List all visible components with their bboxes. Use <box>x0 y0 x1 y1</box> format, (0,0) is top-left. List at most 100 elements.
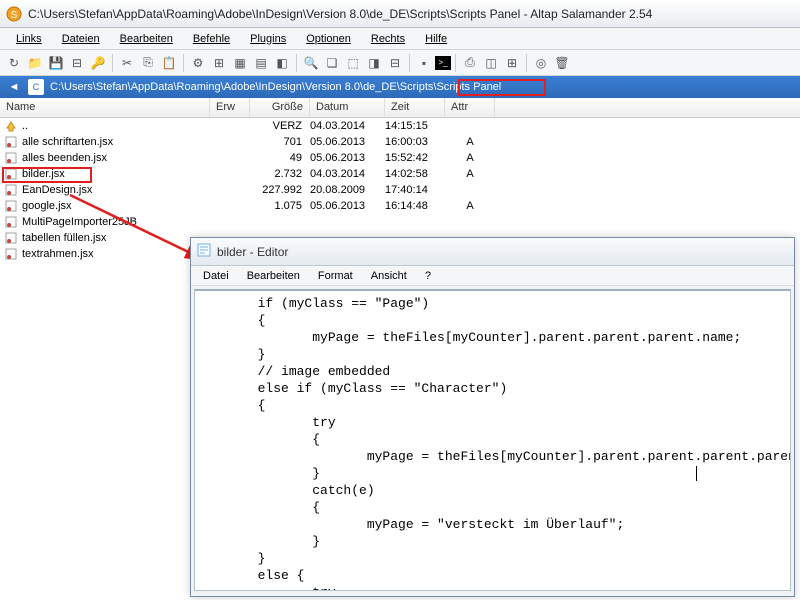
file-icon <box>4 215 18 229</box>
folder-icon[interactable]: 📁 <box>25 53 45 73</box>
tool6-icon[interactable]: ❏ <box>322 53 342 73</box>
file-size: VERZ <box>250 120 310 132</box>
file-icon <box>4 119 18 133</box>
editor-menu-datei[interactable]: Datei <box>195 268 237 284</box>
file-attr: A <box>445 136 495 148</box>
tool11-icon[interactable]: ⎙ <box>460 53 480 73</box>
file-date: 04.03.2014 <box>310 120 385 132</box>
tool12-icon[interactable]: ◫ <box>481 53 501 73</box>
editor-titlebar: bilder - Editor <box>191 238 794 266</box>
editor-menu-bearbeiten[interactable]: Bearbeiten <box>239 268 308 284</box>
file-name: EanDesign.jsx <box>22 184 92 196</box>
editor-menu-ansicht[interactable]: Ansicht <box>363 268 415 284</box>
file-name: textrahmen.jsx <box>22 248 94 260</box>
menu-bearbeiten[interactable]: Bearbeiten <box>112 30 181 48</box>
path-prefix: C:\Users\Stefan\AppData\Roaming\Adobe\In… <box>50 81 436 93</box>
column-headers: Name Erw Größe Datum Zeit Attr <box>0 98 800 118</box>
refresh-icon[interactable]: ↻ <box>4 53 24 73</box>
menu-dateien[interactable]: Dateien <box>54 30 108 48</box>
app-icon: S <box>6 6 22 22</box>
editor-app-icon <box>197 243 211 260</box>
file-time: 14:15:15 <box>385 120 445 132</box>
col-name[interactable]: Name <box>0 98 210 117</box>
delete-icon[interactable]: 🗑 <box>552 53 572 73</box>
paste-icon[interactable]: 📋 <box>159 53 179 73</box>
file-date: 05.06.2013 <box>310 136 385 148</box>
file-time: 16:14:48 <box>385 200 445 212</box>
file-date: 05.06.2013 <box>310 152 385 164</box>
window-title: C:\Users\Stefan\AppData\Roaming\Adobe\In… <box>28 7 794 21</box>
tool9-icon[interactable]: ⊟ <box>385 53 405 73</box>
file-row[interactable]: google.jsx1.07505.06.201316:14:48A <box>0 198 800 214</box>
col-datum[interactable]: Datum <box>310 98 385 117</box>
col-groesse[interactable]: Größe <box>250 98 310 117</box>
path-bar: ◄ C C:\Users\Stefan\AppData\Roaming\Adob… <box>0 76 800 98</box>
file-time: 15:52:42 <box>385 152 445 164</box>
col-zeit[interactable]: Zeit <box>385 98 445 117</box>
editor-menu-format[interactable]: Format <box>310 268 361 284</box>
tool5-icon[interactable]: ◧ <box>272 53 292 73</box>
menu-befehle[interactable]: Befehle <box>185 30 238 48</box>
file-size: 701 <box>250 136 310 148</box>
col-attr[interactable]: Attr <box>445 98 495 117</box>
text-cursor <box>696 466 697 481</box>
svg-text:S: S <box>11 10 18 21</box>
editor-code-area[interactable]: if (myClass == "Page") { myPage = theFil… <box>194 289 791 591</box>
cut-icon[interactable]: ✂ <box>117 53 137 73</box>
main-toolbar: ↻ 📁 💾 ⊟ 🔑 ✂ ⎘ 📋 ⚙ ⊞ ▦ ▤ ◧ 🔍 ❏ ⬚ ◨ ⊟ ▪ >_… <box>0 50 800 76</box>
file-size: 2.732 <box>250 168 310 180</box>
col-erw[interactable]: Erw <box>210 98 250 117</box>
editor-window: bilder - Editor Datei Bearbeiten Format … <box>190 237 795 597</box>
drive-c-icon[interactable]: C <box>28 79 44 95</box>
file-icon <box>4 247 18 261</box>
file-row[interactable]: EanDesign.jsx227.99220.08.200917:40:14 <box>0 182 800 198</box>
tool3-icon[interactable]: ▦ <box>230 53 250 73</box>
file-date: 05.06.2013 <box>310 200 385 212</box>
tool8-icon[interactable]: ◨ <box>364 53 384 73</box>
tool13-icon[interactable]: ⊞ <box>502 53 522 73</box>
path-text[interactable]: C:\Users\Stefan\AppData\Roaming\Adobe\In… <box>50 81 501 93</box>
zoom-icon[interactable]: 🔍 <box>301 53 321 73</box>
file-size: 1.075 <box>250 200 310 212</box>
tool2-icon[interactable]: ⊞ <box>209 53 229 73</box>
file-attr: A <box>445 200 495 212</box>
file-attr: A <box>445 152 495 164</box>
file-icon <box>4 167 18 181</box>
file-icon <box>4 183 18 197</box>
file-size: 227.992 <box>250 184 310 196</box>
file-icon <box>4 151 18 165</box>
file-icon <box>4 231 18 245</box>
drive-icon[interactable]: ⊟ <box>67 53 87 73</box>
file-name: alle schriftarten.jsx <box>22 136 113 148</box>
file-date: 20.08.2009 <box>310 184 385 196</box>
key-icon[interactable]: 🔑 <box>88 53 108 73</box>
back-icon[interactable]: ◄ <box>6 79 22 95</box>
file-name: bilder.jsx <box>22 168 65 180</box>
editor-menu-help[interactable]: ? <box>417 268 439 284</box>
menu-optionen[interactable]: Optionen <box>298 30 359 48</box>
file-row[interactable]: alle schriftarten.jsx 70105.06.201316:00:… <box>0 134 800 150</box>
file-attr: A <box>445 168 495 180</box>
file-row[interactable]: alles beenden.jsx4905.06.201315:52:42A <box>0 150 800 166</box>
menu-rechts[interactable]: Rechts <box>363 30 413 48</box>
file-icon <box>4 135 18 149</box>
menu-links[interactable]: Links <box>8 30 50 48</box>
disk-icon[interactable]: 💾 <box>46 53 66 73</box>
menu-plugins[interactable]: Plugins <box>242 30 294 48</box>
file-date: 04.03.2014 <box>310 168 385 180</box>
file-row[interactable]: .. VERZ04.03.201414:15:15 <box>0 118 800 134</box>
file-name: .. <box>22 120 28 132</box>
tool7-icon[interactable]: ⬚ <box>343 53 363 73</box>
menu-hilfe[interactable]: Hilfe <box>417 30 455 48</box>
terminal-icon[interactable]: >_ <box>435 56 451 70</box>
file-time: 16:00:03 <box>385 136 445 148</box>
tool14-icon[interactable]: ◎ <box>531 53 551 73</box>
file-row[interactable]: MultiPageImporter25JB <box>0 214 800 230</box>
editor-menubar: Datei Bearbeiten Format Ansicht ? <box>191 266 794 286</box>
tool10-icon[interactable]: ▪ <box>414 53 434 73</box>
file-row[interactable]: bilder.jsx2.73204.03.201414:02:58A <box>0 166 800 182</box>
tool-icon[interactable]: ⚙ <box>188 53 208 73</box>
tool4-icon[interactable]: ▤ <box>251 53 271 73</box>
copy-icon[interactable]: ⎘ <box>138 53 158 73</box>
window-titlebar: S C:\Users\Stefan\AppData\Roaming\Adobe\… <box>0 0 800 28</box>
